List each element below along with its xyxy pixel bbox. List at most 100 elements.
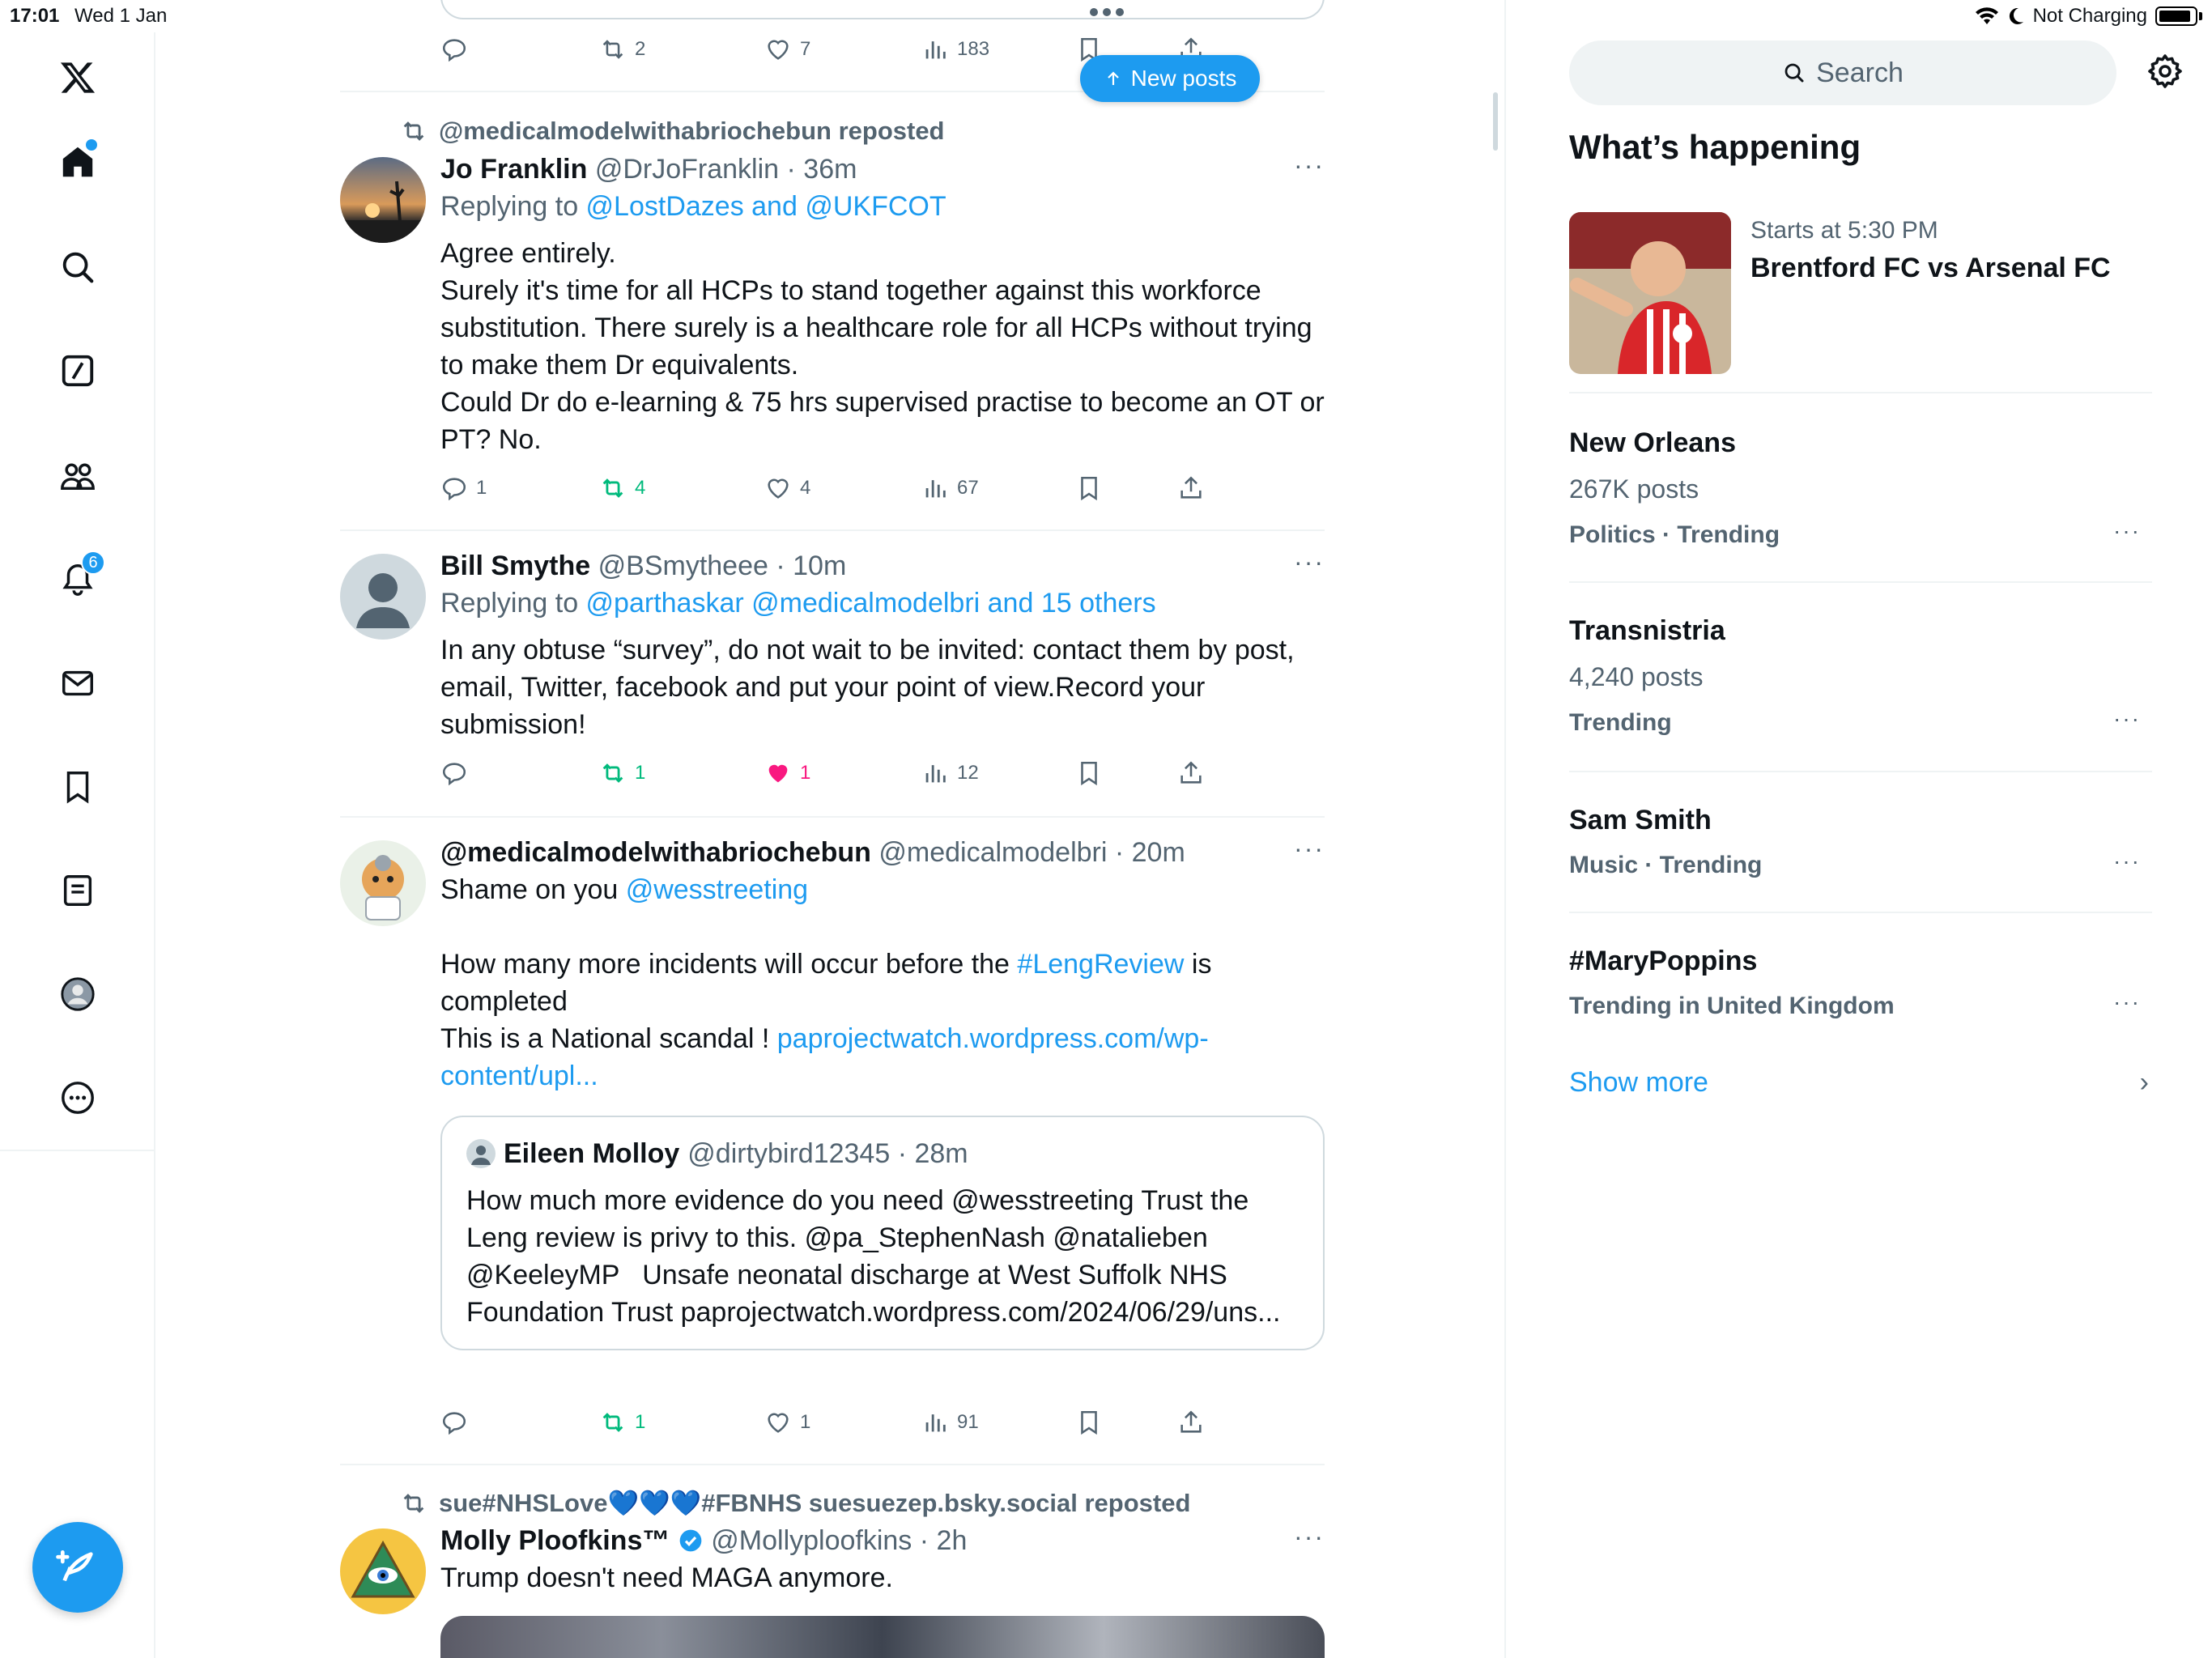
more-icon[interactable] [53, 1073, 102, 1122]
retweet-button[interactable]: 1 [599, 759, 645, 787]
trend-name: Transnistria [1569, 615, 1725, 646]
reply-button[interactable] [440, 1409, 476, 1436]
reply-button[interactable] [440, 759, 476, 787]
more-options-icon[interactable]: ··· [1294, 151, 1325, 181]
more-options-icon[interactable]: ··· [2113, 989, 2141, 1015]
handle[interactable]: @DrJoFranklin [595, 154, 779, 185]
more-options-icon[interactable]: ··· [2113, 706, 2141, 732]
more-options-icon[interactable]: ··· [1294, 834, 1325, 864]
views-count: 67 [957, 477, 979, 499]
post-header: Jo Franklin @DrJoFranklin · 36m [440, 154, 857, 185]
trend-item[interactable]: New Orleans 267K posts Politics · Trendi… [1569, 393, 2152, 583]
grok-icon[interactable] [53, 346, 102, 395]
views-button[interactable]: 12 [921, 759, 979, 787]
display-name[interactable]: @medicalmodelwithabriochebun [440, 837, 871, 868]
reply-button[interactable] [440, 36, 468, 63]
display-name[interactable]: Bill Smythe [440, 551, 590, 581]
like-button[interactable]: 7 [764, 36, 810, 63]
new-posts-label: New posts [1130, 66, 1237, 91]
display-name[interactable]: Jo Franklin [440, 154, 587, 185]
quote-text: How much more evidence do you need @wess… [466, 1185, 1281, 1328]
timestamp[interactable]: 36m [803, 154, 857, 185]
trend-event[interactable]: Starts at 5:30 PM Brentford FC vs Arsena… [1569, 212, 2152, 393]
replying-to: Replying to @LostDazes and @UKFCOT [440, 188, 1325, 225]
trend-item[interactable]: #MaryPoppins Trending in United Kingdom … [1569, 913, 2152, 1035]
avatar[interactable] [340, 840, 426, 926]
retweet-button[interactable]: 4 [599, 474, 645, 502]
home-icon[interactable] [53, 138, 102, 186]
mention-link[interactable]: @wesstreeting [626, 874, 808, 905]
status-indicators: Not Charging [1975, 5, 2202, 28]
hashtag-link[interactable]: #LengReview [1017, 949, 1184, 980]
like-button[interactable]: 4 [764, 474, 810, 502]
share-button[interactable] [1177, 474, 1205, 502]
like-button[interactable]: 1 [764, 1409, 810, 1436]
trend-name: Sam Smith [1569, 805, 1712, 835]
share-button[interactable] [1177, 759, 1205, 787]
replying-mentions[interactable]: @parthaskar @medicalmodelbri and 15 othe… [586, 588, 1156, 619]
timestamp[interactable]: 10m [793, 551, 846, 581]
post-jo-franklin[interactable]: @medicalmodelwithabriochebun reposted Jo… [340, 92, 1325, 531]
post-medicalmodel[interactable]: @medicalmodelwithabriochebun @medicalmod… [340, 818, 1325, 1465]
handle[interactable]: @medicalmodelbri [878, 837, 1107, 868]
more-options-icon[interactable]: ··· [2113, 518, 2141, 544]
more-options-icon[interactable]: ··· [2113, 848, 2141, 874]
profile-icon[interactable] [53, 970, 102, 1018]
more-options-icon[interactable]: ··· [1294, 547, 1325, 577]
trend-item[interactable]: Sam Smith Music · Trending ··· [1569, 772, 2152, 913]
bookmark-button[interactable] [1075, 759, 1103, 787]
post-actions: 1 1 91 [440, 1409, 1250, 1444]
share-button[interactable] [1177, 1409, 1205, 1436]
post-molly-ploofkins[interactable]: sue#NHSLove💙💙💙#FBNHS suesuezep.bsky.soci… [340, 1465, 1325, 1658]
views-button[interactable]: 91 [921, 1409, 979, 1436]
replying-prefix: Replying to [440, 191, 586, 222]
trend-item[interactable]: Transnistria 4,240 posts Trending ··· [1569, 583, 2152, 772]
like-button[interactable]: 1 [764, 759, 810, 787]
communities-icon[interactable] [53, 452, 102, 500]
handle[interactable]: @Mollyploofkins [711, 1525, 912, 1556]
replying-mentions[interactable]: @LostDazes and @UKFCOT [586, 191, 946, 222]
search-icon[interactable] [53, 243, 102, 291]
reply-button[interactable]: 1 [440, 474, 487, 502]
bookmarks-icon[interactable] [53, 763, 102, 811]
avatar[interactable] [340, 554, 426, 640]
display-name[interactable]: Molly Ploofkins™ [440, 1525, 670, 1556]
views-button[interactable]: 183 [921, 36, 989, 63]
lists-icon[interactable] [53, 866, 102, 915]
wifi-icon [1975, 7, 1998, 25]
section-title: What’s happening [1569, 128, 1861, 166]
avatar[interactable] [340, 1528, 426, 1614]
avatar[interactable] [340, 157, 426, 243]
event-title: Brentford FC vs Arsenal FC [1750, 253, 2111, 283]
default-avatar-icon [356, 573, 410, 628]
x-logo-icon[interactable] [53, 53, 102, 102]
retweet-button[interactable]: 2 [599, 36, 645, 63]
new-posts-button[interactable]: New posts [1080, 55, 1260, 102]
retweet-button[interactable]: 1 [599, 1409, 645, 1436]
post-bill-smythe[interactable]: Bill Smythe @BSmytheee · 10m ··· Replyin… [340, 531, 1325, 818]
more-options-icon[interactable]: ··· [1294, 1522, 1325, 1552]
bookmark-icon [1081, 476, 1097, 501]
settings-icon[interactable] [2146, 52, 2184, 91]
search-input[interactable]: Search [1569, 40, 2116, 105]
timestamp[interactable]: 20m [1132, 837, 1185, 868]
retweet-icon [602, 1413, 623, 1432]
views-button[interactable]: 67 [921, 474, 979, 502]
text-segment: How many more incidents will occur befor… [440, 949, 1018, 980]
compose-button[interactable] [32, 1522, 123, 1613]
post-media[interactable] [440, 1616, 1325, 1658]
messages-icon[interactable] [53, 659, 102, 708]
scrollbar[interactable] [1493, 92, 1498, 151]
timestamp[interactable]: 2h [937, 1525, 968, 1556]
notifications-icon[interactable]: 6 [53, 551, 105, 604]
bookmark-button[interactable] [1075, 474, 1103, 502]
quote-post[interactable]: Eileen Molloy @dirtybird12345 · 28m How … [440, 1116, 1325, 1350]
post-header: Molly Ploofkins™ @Mollyploofkins · 2h [440, 1525, 968, 1556]
handle[interactable]: @BSmytheee [598, 551, 768, 581]
heart-filled-icon [768, 764, 788, 783]
post-body: @medicalmodelwithabriochebun @medicalmod… [440, 834, 1325, 1095]
bookmark-button[interactable] [1075, 1409, 1103, 1436]
reply-icon [442, 763, 466, 786]
show-more-link[interactable]: Show more › [1569, 1067, 2152, 1099]
trend-name: New Orleans [1569, 427, 1736, 458]
